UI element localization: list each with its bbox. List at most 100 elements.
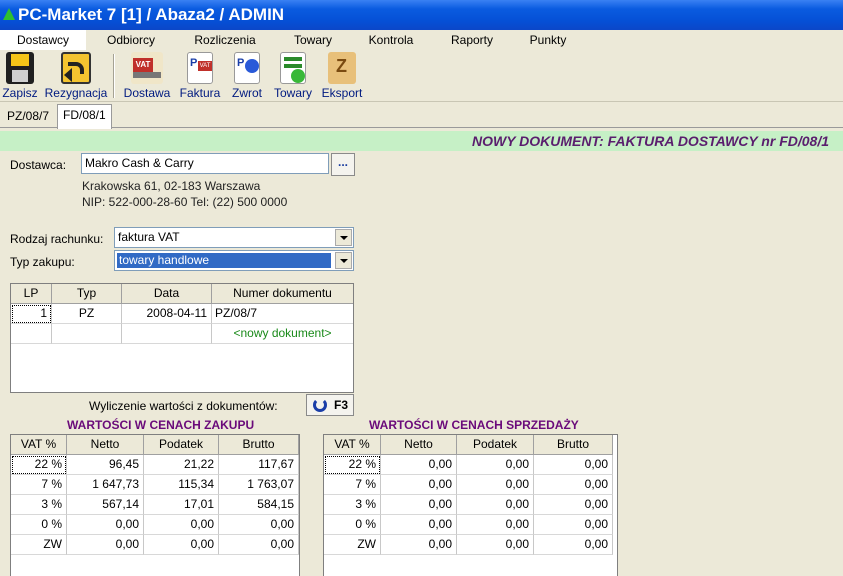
table-cell-vat[interactable]: 7 % xyxy=(324,475,381,495)
chevron-down-icon[interactable] xyxy=(335,229,352,246)
column-header-netto[interactable]: Netto xyxy=(381,435,457,455)
column-header-netto[interactable]: Netto xyxy=(67,435,144,455)
export-button[interactable]: Z Eksport xyxy=(318,50,366,102)
table-cell-brutto[interactable]: 117,67 xyxy=(219,455,299,475)
export-label: Eksport xyxy=(321,86,363,100)
account-type-label: Rodzaj rachunku: xyxy=(10,232,104,246)
table-cell-vat[interactable]: 22 % xyxy=(324,455,381,475)
table-cell-vat[interactable]: ZW xyxy=(11,535,67,555)
account-type-value: faktura VAT xyxy=(118,230,180,244)
goods-icon xyxy=(280,52,306,84)
sales-values-table[interactable]: VAT % Netto Podatek Brutto 22 % 0,00 0,00 0,00 7… xyxy=(323,434,618,576)
table-cell-vat[interactable]: 3 % xyxy=(324,495,381,515)
floppy-save-icon xyxy=(6,52,34,84)
table-cell-brutto[interactable]: 0,00 xyxy=(534,515,613,535)
table-cell-podatek[interactable]: 115,34 xyxy=(144,475,219,495)
invoice-button[interactable]: P VAT Faktura xyxy=(176,50,224,102)
table-cell-netto[interactable]: 0,00 xyxy=(67,515,144,535)
menu-raporty[interactable]: Raporty xyxy=(442,30,502,50)
documents-table[interactable]: LP Typ Data Numer dokumentu 1 PZ 2008-04… xyxy=(10,283,354,393)
column-header-lp[interactable]: LP xyxy=(11,284,52,304)
table-cell-podatek[interactable]: 0,00 xyxy=(144,535,219,555)
table-cell-netto[interactable]: 0,00 xyxy=(381,535,457,555)
table-cell-netto[interactable]: 96,45 xyxy=(67,455,144,475)
column-header-podatek[interactable]: Podatek xyxy=(457,435,534,455)
table-cell-brutto[interactable]: 0,00 xyxy=(534,495,613,515)
column-header-vat[interactable]: VAT % xyxy=(324,435,381,455)
table-cell-podatek[interactable]: 0,00 xyxy=(457,535,534,555)
table-cell-brutto[interactable]: 0,00 xyxy=(219,515,299,535)
menu-rozliczenia[interactable]: Rozliczenia xyxy=(182,30,268,50)
table-cell-netto[interactable]: 0,00 xyxy=(381,515,457,535)
supplier-label: Dostawca: xyxy=(10,158,67,172)
table-cell-typ[interactable]: PZ xyxy=(52,304,122,324)
account-type-select[interactable]: faktura VAT xyxy=(114,227,354,248)
supplier-input[interactable]: Makro Cash & Carry xyxy=(81,153,329,174)
table-cell-data[interactable]: 2008-04-11 xyxy=(122,304,212,324)
goods-label: Towary xyxy=(273,86,312,100)
table-cell-vat[interactable]: 3 % xyxy=(11,495,67,515)
goods-button[interactable]: Towary xyxy=(270,50,316,102)
table-cell-empty[interactable] xyxy=(11,324,52,344)
recalculate-button[interactable]: F3 xyxy=(306,394,354,416)
table-cell-podatek[interactable]: 21,22 xyxy=(144,455,219,475)
table-cell-podatek[interactable]: 0,00 xyxy=(457,495,534,515)
menu-punkty[interactable]: Punkty xyxy=(520,30,576,50)
menu-kontrola[interactable]: Kontrola xyxy=(358,30,424,50)
chevron-down-icon[interactable] xyxy=(335,252,352,269)
table-cell-netto[interactable]: 1 647,73 xyxy=(67,475,144,495)
app-tree-icon xyxy=(3,8,15,20)
table-cell-vat[interactable]: 7 % xyxy=(11,475,67,495)
table-cell-podatek[interactable]: 17,01 xyxy=(144,495,219,515)
table-cell-netto[interactable]: 567,14 xyxy=(67,495,144,515)
table-cell-vat[interactable]: ZW xyxy=(324,535,381,555)
table-cell-netto[interactable]: 0,00 xyxy=(381,475,457,495)
tab-pz-08-7[interactable]: PZ/08/7 xyxy=(2,106,54,128)
calc-label: Wyliczenie wartości z dokumentów: xyxy=(89,399,278,413)
table-cell-vat[interactable]: 22 % xyxy=(11,455,67,475)
table-cell-podatek[interactable]: 0,00 xyxy=(144,515,219,535)
delivery-button[interactable]: VAT Dostawa xyxy=(120,50,174,102)
table-cell-netto[interactable]: 0,00 xyxy=(67,535,144,555)
table-cell-netto[interactable]: 0,00 xyxy=(381,455,457,475)
purchase-type-select[interactable]: towary handlowe xyxy=(114,250,354,271)
column-header-data[interactable]: Data xyxy=(122,284,212,304)
table-cell-brutto[interactable]: 1 763,07 xyxy=(219,475,299,495)
table-cell-brutto[interactable]: 0,00 xyxy=(534,455,613,475)
table-cell-numer[interactable]: PZ/08/7 xyxy=(212,304,353,324)
undo-arrow-icon xyxy=(61,52,91,84)
table-cell-vat[interactable]: 0 % xyxy=(11,515,67,535)
new-document-row[interactable]: <nowy dokument> xyxy=(212,324,353,344)
table-cell-podatek[interactable]: 0,00 xyxy=(457,455,534,475)
table-cell-podatek[interactable]: 0,00 xyxy=(457,475,534,495)
table-cell-podatek[interactable]: 0,00 xyxy=(457,515,534,535)
table-cell-empty[interactable] xyxy=(52,324,122,344)
column-header-brutto[interactable]: Brutto xyxy=(534,435,613,455)
menu-odbiorcy[interactable]: Odbiorcy xyxy=(96,30,166,50)
vat-truck-icon: VAT xyxy=(131,52,163,84)
menu-towary[interactable]: Towary xyxy=(284,30,342,50)
table-cell-vat[interactable]: 0 % xyxy=(324,515,381,535)
table-cell-empty[interactable] xyxy=(122,324,212,344)
save-button[interactable]: Zapisz xyxy=(0,50,40,102)
cancel-button[interactable]: Rezygnacja xyxy=(42,50,110,102)
return-label: Zwrot xyxy=(232,86,262,100)
menu-bar: Dostawcy Odbiorcy Rozliczenia Towary Kon… xyxy=(0,30,843,50)
return-button[interactable]: P Zwrot xyxy=(228,50,266,102)
column-header-numer[interactable]: Numer dokumentu xyxy=(212,284,353,304)
table-cell-lp[interactable]: 1 xyxy=(11,304,52,324)
table-cell-brutto[interactable]: 0,00 xyxy=(219,535,299,555)
supplier-browse-button[interactable]: ... xyxy=(331,153,355,176)
menu-dostawcy[interactable]: Dostawcy xyxy=(0,30,86,50)
column-header-podatek[interactable]: Podatek xyxy=(144,435,219,455)
table-cell-netto[interactable]: 0,00 xyxy=(381,495,457,515)
tab-fd-08-1[interactable]: FD/08/1 xyxy=(57,104,112,129)
purchase-values-table[interactable]: VAT % Netto Podatek Brutto 22 % 96,45 21,22 117… xyxy=(10,434,300,576)
column-header-vat[interactable]: VAT % xyxy=(11,435,67,455)
table-cell-brutto[interactable]: 584,15 xyxy=(219,495,299,515)
column-header-brutto[interactable]: Brutto xyxy=(219,435,299,455)
table-cell-brutto[interactable]: 0,00 xyxy=(534,535,613,555)
table-cell-brutto[interactable]: 0,00 xyxy=(534,475,613,495)
column-header-typ[interactable]: Typ xyxy=(52,284,122,304)
toolbar-separator xyxy=(113,54,115,98)
